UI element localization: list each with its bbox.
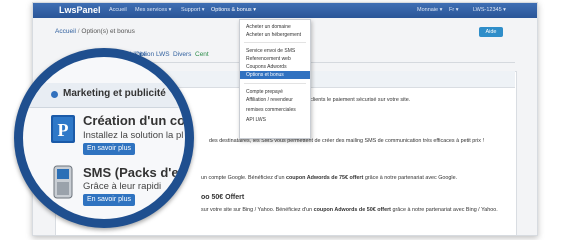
tab-cent[interactable]: Cent: [195, 51, 209, 58]
menu-coupons-adwords[interactable]: Coupons Adwords: [240, 63, 310, 71]
aide-button[interactable]: Aide: [479, 27, 503, 37]
nav-language[interactable]: Fr ▾: [449, 7, 458, 13]
nav-accueil[interactable]: Accueil: [109, 7, 127, 13]
breadcrumb: Accueil / Option(s) et bonus: [55, 28, 135, 35]
magnifier-circle: Marketing et publicité P Création d'un c…: [14, 48, 194, 228]
sms-subtitle: Grâce à leur rapidi: [83, 181, 162, 192]
top-navbar: LwsPanel Accueil Mes services ▾ Support …: [33, 3, 537, 18]
mobile-phone-icon: [53, 165, 73, 199]
magnified-panel-header: Marketing et publicité: [23, 83, 185, 108]
breadcrumb-home[interactable]: Accueil: [55, 28, 76, 35]
menu-acheter-hebergement[interactable]: Acheter un hébergement: [240, 31, 310, 39]
menu-compte-prepaye[interactable]: Compte prepayé: [240, 88, 310, 96]
paypal-icon: P: [51, 115, 75, 143]
nav-support[interactable]: Support ▾: [181, 7, 205, 13]
menu-affiliation[interactable]: Affiliation / revendeur: [240, 96, 310, 104]
nav-mes-services[interactable]: Mes services ▾: [135, 7, 171, 13]
svg-text:P: P: [58, 120, 69, 140]
paypal-subtitle: Installez la solution la pl: [83, 130, 184, 141]
paypal-title: Création d'un co: [83, 113, 186, 128]
bing-text: sur votre site sur Bing / Yahoo. Bénéfic…: [201, 207, 498, 213]
menu-referencement[interactable]: Referencement web: [240, 55, 310, 63]
section-title: Marketing et publicité: [63, 88, 166, 99]
nav-account[interactable]: LWS-12345 ▾: [473, 7, 506, 13]
menu-sms[interactable]: Service envoi de SMS: [240, 47, 310, 55]
menu-options-bonus[interactable]: Options et bonus: [240, 71, 310, 79]
menu-divider: [244, 83, 306, 84]
menu-remises[interactable]: remises commerciales: [240, 106, 310, 114]
options-bonus-dropdown: Acheter un domaine Acheter un hébergemen…: [239, 19, 311, 139]
menu-acheter-domaine[interactable]: Acheter un domaine: [240, 23, 310, 31]
menu-divider: [244, 42, 306, 43]
google-text: un compte Google. Bénéficiez d'un coupon…: [201, 175, 458, 181]
nav-monnaie[interactable]: Monnaie ▾: [417, 7, 442, 13]
sms-title: SMS (Packs d'e: [83, 165, 179, 180]
menu-api-lws[interactable]: API LWS: [240, 116, 310, 124]
bing-offer-title: oo 50€ Offert: [201, 194, 245, 201]
brand-logo[interactable]: LwsPanel: [59, 5, 101, 15]
section-bullet-icon: [51, 91, 58, 98]
breadcrumb-current: Option(s) et bonus: [81, 28, 135, 35]
aide-label: Aide: [485, 29, 497, 35]
tab-divers[interactable]: Divers: [173, 51, 191, 58]
nav-options-bonus[interactable]: Options & bonus ▾: [211, 7, 256, 13]
sms-learn-more-button[interactable]: En savoir plus: [83, 194, 135, 206]
paypal-learn-more-button[interactable]: En savoir plus: [83, 143, 135, 155]
